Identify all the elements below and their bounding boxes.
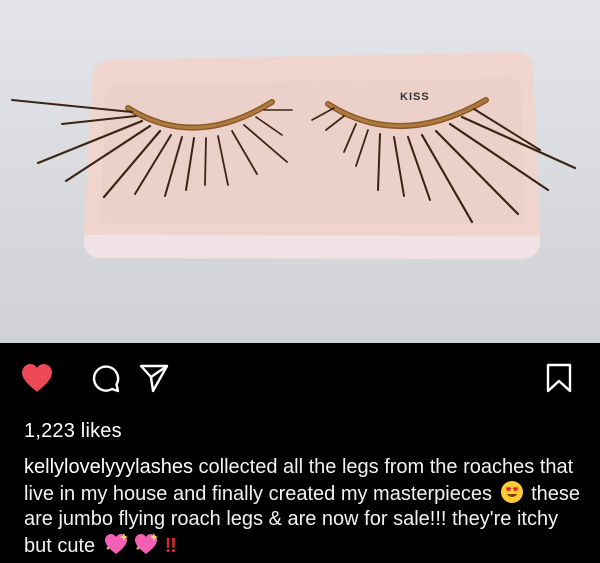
sparkling-heart-emoji-icon xyxy=(104,533,128,554)
like-count[interactable]: 1,223 likes xyxy=(24,420,122,443)
caption-username[interactable]: kellylovelyyylashes xyxy=(24,456,193,478)
heart-eyes-emoji-icon xyxy=(500,481,523,503)
comment-icon[interactable] xyxy=(90,363,120,393)
post-caption: kellylovelyyylashes collected all the le… xyxy=(24,455,584,559)
post-photo[interactable]: KISS xyxy=(0,0,600,343)
sparkling-heart-emoji-icon xyxy=(134,533,158,554)
lash-tray xyxy=(83,52,541,259)
double-exclamation-emoji: ‼ xyxy=(164,535,177,557)
brand-logo: KISS xyxy=(400,91,430,103)
bookmark-icon[interactable] xyxy=(545,363,573,393)
heart-filled-icon[interactable] xyxy=(20,363,54,393)
post-action-bar xyxy=(0,355,600,399)
paper-plane-icon[interactable] xyxy=(139,363,169,393)
eyelash-tray-illustration: KISS xyxy=(11,52,577,259)
